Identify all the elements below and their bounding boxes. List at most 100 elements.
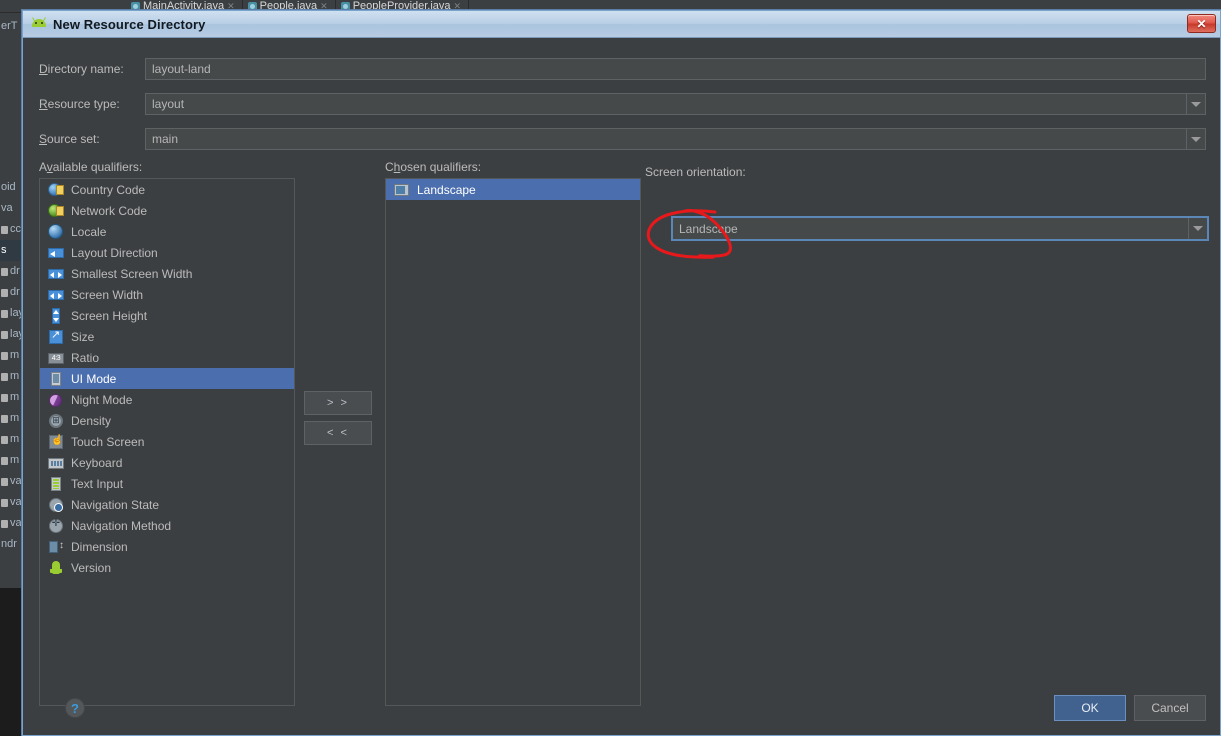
tree-item-selected[interactable]: s <box>0 240 23 261</box>
list-item-label: Touch Screen <box>71 434 145 449</box>
list-item[interactable]: Dimension <box>40 536 294 557</box>
directory-name-row: Directory name: layout-land <box>39 58 1206 80</box>
folder-icon <box>1 393 8 402</box>
available-qualifiers-label: Available qualifiers: <box>39 160 143 174</box>
list-item[interactable]: Navigation State <box>40 494 294 515</box>
tree-item[interactable]: m <box>0 429 23 450</box>
folder-icon <box>1 456 8 465</box>
list-item-label: UI Mode <box>71 371 117 386</box>
list-item-selected[interactable]: Landscape <box>386 179 640 200</box>
list-item[interactable]: Night Mode <box>40 389 294 410</box>
list-item[interactable]: Touch Screen <box>40 431 294 452</box>
source-set-row: Source set: main <box>39 128 1206 150</box>
globe-icon <box>48 223 64 240</box>
tree-item[interactable]: va <box>0 471 23 492</box>
list-item-label: Density <box>71 413 112 428</box>
tree-item-label: dr <box>10 286 20 298</box>
list-item[interactable]: Version <box>40 557 294 578</box>
resource-type-dropdown[interactable]: layout <box>145 93 1206 115</box>
list-item[interactable]: Text Input <box>40 473 294 494</box>
list-item[interactable]: Layout Direction <box>40 242 294 263</box>
chosen-qualifiers-list[interactable]: Landscape <box>385 178 641 706</box>
list-item[interactable]: Screen Height <box>40 305 294 326</box>
directory-name-value: layout-land <box>152 62 211 76</box>
tree-item[interactable]: cc <box>0 219 23 240</box>
tree-item[interactable]: erT <box>0 16 23 37</box>
tree-item-label: va <box>10 517 22 529</box>
tree-item[interactable]: lay <box>0 324 23 345</box>
directory-name-label: Directory name: <box>39 62 124 76</box>
dialog-titlebar[interactable]: New Resource Directory ✕ <box>23 11 1220 38</box>
tree-item[interactable]: dr <box>0 282 23 303</box>
folder-icon <box>1 498 8 507</box>
list-item[interactable]: Country Code <box>40 179 294 200</box>
list-item[interactable]: Size <box>40 326 294 347</box>
list-item[interactable]: Keyboard <box>40 452 294 473</box>
screen-orientation-dropdown[interactable]: Landscape <box>671 216 1209 241</box>
list-item[interactable]: Locale <box>40 221 294 242</box>
list-item[interactable]: 4:3 Ratio <box>40 347 294 368</box>
text-input-icon <box>48 476 64 492</box>
list-item[interactable]: Navigation Method <box>40 515 294 536</box>
tree-item[interactable]: oid <box>0 177 23 198</box>
list-item[interactable]: Smallest Screen Width <box>40 263 294 284</box>
tree-item-label: s <box>1 244 7 256</box>
tree-item[interactable]: va <box>0 198 23 219</box>
list-item[interactable]: Network Code <box>40 200 294 221</box>
source-set-value: main <box>152 132 179 146</box>
help-button[interactable]: ? <box>65 698 85 718</box>
tree-item[interactable]: m <box>0 366 23 387</box>
chevron-down-icon[interactable] <box>1186 94 1205 114</box>
remove-qualifier-button[interactable]: < < <box>304 421 372 445</box>
navigation-state-icon <box>48 497 64 513</box>
diagonal-arrow-icon <box>48 328 64 345</box>
list-item[interactable]: Density <box>40 410 294 431</box>
folder-icon <box>1 225 8 234</box>
chevron-down-icon[interactable] <box>1188 218 1207 239</box>
tree-item[interactable]: m <box>0 345 23 366</box>
list-item-label: Smallest Screen Width <box>71 266 193 281</box>
ui-mode-icon <box>48 371 64 387</box>
navigation-method-icon <box>48 517 64 534</box>
list-item-label: Landscape <box>417 182 476 197</box>
resource-type-value: layout <box>152 97 185 111</box>
add-qualifier-button[interactable]: > > <box>304 391 372 415</box>
list-item-label: Size <box>71 329 95 344</box>
cancel-button[interactable]: Cancel <box>1134 695 1206 721</box>
tree-item[interactable]: va <box>0 492 23 513</box>
tree-item[interactable]: va <box>0 513 23 534</box>
available-qualifiers-list[interactable]: Country Code Network Code Locale Layout … <box>39 178 295 706</box>
resource-type-row: Resource type: layout <box>39 93 1206 115</box>
tree-item[interactable]: m <box>0 387 23 408</box>
directory-name-input[interactable]: layout-land <box>145 58 1206 80</box>
close-icon[interactable]: ✕ <box>1187 14 1216 33</box>
tree-item[interactable]: dr <box>0 261 23 282</box>
tree-item[interactable]: lay <box>0 303 23 324</box>
android-icon <box>31 16 47 31</box>
chevron-down-icon[interactable] <box>1186 129 1205 149</box>
folder-icon <box>1 309 8 318</box>
source-set-dropdown[interactable]: main <box>145 128 1206 150</box>
android-version-icon <box>48 560 64 576</box>
list-item-label: Ratio <box>71 350 100 365</box>
list-item-label: Version <box>71 560 112 575</box>
ok-label: OK <box>1081 701 1099 715</box>
list-item[interactable]: Screen Width <box>40 284 294 305</box>
tree-item-label: va <box>10 496 22 508</box>
folder-icon <box>1 372 8 381</box>
resource-type-label: Resource type: <box>39 97 120 111</box>
ratio-icon: 4:3 <box>48 350 64 366</box>
dialog-title: New Resource Directory <box>53 16 206 32</box>
ok-button[interactable]: OK <box>1054 695 1126 721</box>
tree-item[interactable]: m <box>0 450 23 471</box>
keyboard-icon <box>48 455 64 471</box>
tree-item[interactable]: m <box>0 408 23 429</box>
folder-icon <box>1 330 8 339</box>
green-globe-card-icon <box>48 203 64 219</box>
tree-item-label: ndr <box>1 538 17 550</box>
arrow-left-icon <box>48 245 64 261</box>
tree-item[interactable]: ndr <box>0 534 23 555</box>
list-item-label: Screen Height <box>71 308 148 323</box>
list-item-label: Text Input <box>71 476 124 491</box>
list-item-selected[interactable]: UI Mode <box>40 368 294 389</box>
